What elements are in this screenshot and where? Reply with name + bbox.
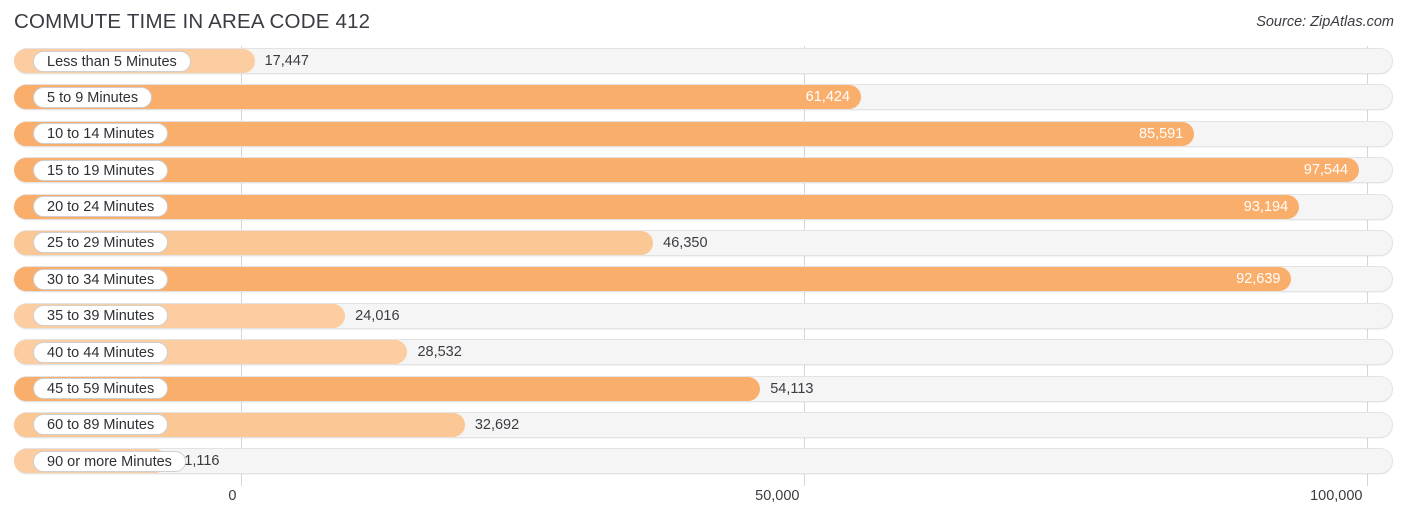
bar-value-label: 32,692 — [474, 416, 520, 433]
x-axis-tick-label: 50,000 — [755, 488, 800, 504]
bar-fill[interactable]: 85,591 — [14, 121, 1195, 146]
category-label[interactable]: 35 to 39 Minutes — [33, 305, 169, 327]
plot-area: 17,447 Less than 5 Minutes 61,424 5 to 9 Mi… — [0, 46, 1406, 486]
category-label[interactable]: 20 to 24 Minutes — [33, 196, 169, 218]
bar-value-label: 17,447 — [264, 53, 309, 69]
bar-value-label: 46,350 — [663, 234, 708, 251]
category-label[interactable]: 25 to 29 Minutes — [33, 232, 169, 254]
bar-value-label: 24,016 — [355, 307, 400, 324]
category-label[interactable]: 45 to 59 Minutes — [33, 378, 169, 400]
bar-fill[interactable]: 97,544 — [14, 158, 1360, 183]
category-label[interactable]: 30 to 34 Minutes — [33, 268, 169, 290]
bar-value-label: 61,424 — [805, 89, 851, 106]
bar-row[interactable]: 93,194 20 to 24 Minutes — [0, 192, 1406, 222]
x-axis: 0 50,000 100,000 — [0, 486, 1406, 522]
chart-container: COMMUTE TIME IN AREA CODE 412 Source: Zi… — [0, 0, 1406, 522]
category-label[interactable]: 10 to 14 Minutes — [33, 123, 169, 145]
bar-value-label: 28,532 — [417, 344, 462, 361]
bar-row[interactable]: 61,424 5 to 9 Minutes — [0, 82, 1406, 112]
bar-value-label: 85,591 — [1138, 125, 1184, 142]
bar-fill[interactable]: 93,194 — [14, 194, 1300, 219]
category-label[interactable]: 15 to 19 Minutes — [33, 159, 169, 181]
category-label[interactable]: 40 to 44 Minutes — [33, 341, 169, 363]
source-attribution: Source: ZipAtlas.com — [1256, 14, 1394, 30]
bar-track — [14, 448, 1393, 475]
category-label[interactable]: 5 to 9 Minutes — [33, 86, 153, 108]
bar-row[interactable]: 28,532 40 to 44 Minutes — [0, 337, 1406, 367]
bar-row[interactable]: 85,591 10 to 14 Minutes — [0, 119, 1406, 149]
x-axis-tick-label: 100,000 — [1310, 488, 1363, 504]
category-label[interactable]: 90 or more Minutes — [33, 450, 186, 472]
category-label[interactable]: Less than 5 Minutes — [33, 50, 191, 72]
bar-row[interactable]: 92,639 30 to 34 Minutes — [0, 264, 1406, 294]
bar-value-label: 93,194 — [1243, 198, 1289, 215]
bar-row[interactable]: 32,692 60 to 89 Minutes — [0, 410, 1406, 440]
bar-value-label: 54,113 — [770, 380, 814, 397]
bar-row[interactable]: 46,350 25 to 29 Minutes — [0, 228, 1406, 258]
page-title: COMMUTE TIME IN AREA CODE 412 — [14, 10, 371, 33]
bar-row[interactable]: 17,447 Less than 5 Minutes — [0, 46, 1406, 76]
bar-row[interactable]: 97,544 15 to 19 Minutes — [0, 155, 1406, 185]
bar-value-label: 92,639 — [1236, 271, 1281, 288]
category-label[interactable]: 60 to 89 Minutes — [33, 414, 169, 436]
x-axis-tick-label: 0 — [228, 488, 237, 504]
bar-value-label: 97,544 — [1303, 162, 1349, 179]
bar-row[interactable]: 54,113 45 to 59 Minutes — [0, 374, 1406, 404]
bar-fill[interactable]: 92,639 — [14, 267, 1292, 292]
chart-header: COMMUTE TIME IN AREA CODE 412 Source: Zi… — [0, 0, 1406, 44]
bar-row[interactable]: 11,116 90 or more Minutes — [0, 446, 1406, 476]
bar-row[interactable]: 24,016 35 to 39 Minutes — [0, 301, 1406, 331]
bar-rows: 17,447 Less than 5 Minutes 61,424 5 to 9 Mi… — [0, 46, 1406, 483]
